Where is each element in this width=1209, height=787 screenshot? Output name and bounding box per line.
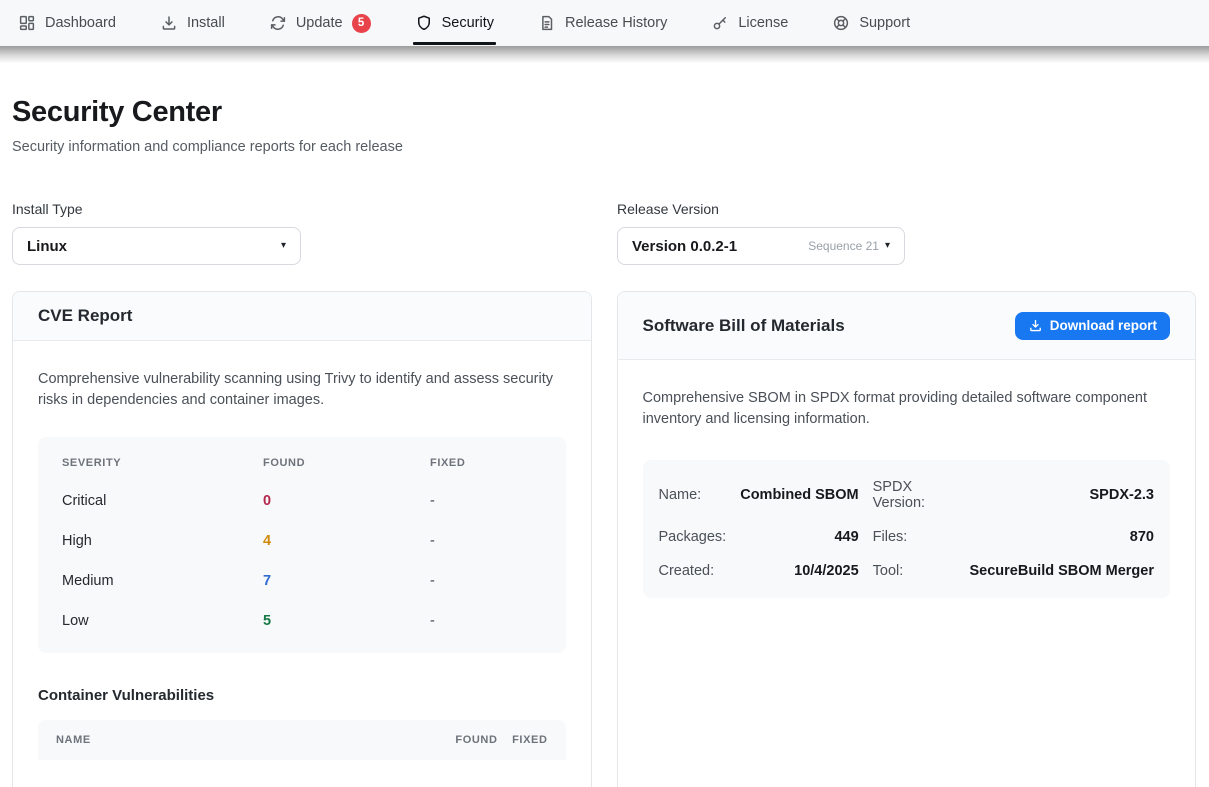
release-version-select[interactable]: Version 0.0.2-1 Sequence 21 ▾ [617,227,905,265]
fixed-col-header: FIXED [498,734,548,746]
cve-report-header: CVE Report [13,292,591,341]
cve-report-body: Comprehensive vulnerability scanning usi… [13,341,591,787]
download-icon [160,14,178,32]
table-row: Critical 0 - [62,481,542,521]
lifebuoy-icon [832,14,850,32]
cve-report-card: CVE Report Comprehensive vulnerability s… [12,291,592,787]
table-row: High 4 - [62,521,542,561]
nav-shadow-divider [0,46,1209,63]
nav-item-label: Security [442,15,494,31]
chevron-down-icon: ▾ [885,241,890,251]
severity-found-count: 7 [263,573,430,589]
sbom-detail-label: Files: [873,520,956,554]
nav-item-label: License [738,15,788,31]
sbom-card: Software Bill of Materials Download repo… [617,291,1197,787]
severity-fixed-count: - [430,493,542,509]
nav-item-install[interactable]: Install [160,0,225,46]
severity-fixed-count: - [430,533,542,549]
fixed-col-header: FIXED [430,457,542,469]
cards-row: CVE Report Comprehensive vulnerability s… [12,291,1196,787]
nav-item-label: Support [859,15,910,31]
severity-name: Medium [62,573,263,589]
refresh-icon [269,14,287,32]
document-icon [538,14,556,32]
key-icon [711,14,729,32]
container-vulnerabilities-title: Container Vulnerabilities [38,687,566,704]
nav-item-update[interactable]: Update 5 [269,0,371,46]
sbom-header: Software Bill of Materials Download repo… [618,292,1196,360]
dashboard-icon [18,14,36,32]
release-version-filter: Release Version Version 0.0.2-1 Sequence… [617,201,905,265]
install-type-label: Install Type [12,201,301,217]
top-nav: Dashboard Install Update 5 Security Rele… [0,0,1209,46]
sbom-title: Software Bill of Materials [643,316,845,336]
filters-row: Install Type Linux ▾ Release Version Ver… [12,201,1196,265]
severity-fixed-count: - [430,573,542,589]
sbom-detail-value: 449 [740,520,858,554]
sbom-detail-label: Created: [659,554,727,588]
sbom-detail-value: 870 [969,520,1154,554]
release-version-value: Version 0.0.2-1 [632,238,737,255]
found-col-header: FOUND [263,457,430,469]
severity-found-count: 4 [263,533,430,549]
severity-col-header: SEVERITY [62,457,263,469]
nav-item-dashboard[interactable]: Dashboard [18,0,116,46]
nav-item-label: Release History [565,15,667,31]
container-vulnerabilities-table-header: NAME FOUND FIXED [38,720,566,760]
cve-report-description: Comprehensive vulnerability scanning usi… [38,369,566,411]
sbom-detail-value: SecureBuild SBOM Merger [969,554,1154,588]
nav-item-support[interactable]: Support [832,0,910,46]
nav-item-release-history[interactable]: Release History [538,0,667,46]
page-subtitle: Security information and compliance repo… [12,139,1196,155]
severity-name: High [62,533,263,549]
sbom-description: Comprehensive SBOM in SPDX format provid… [643,388,1171,430]
sbom-detail-value: SPDX-2.3 [969,470,1154,520]
install-type-filter: Install Type Linux ▾ [12,201,301,265]
severity-fixed-count: - [430,613,542,629]
nav-item-label: Install [187,15,225,31]
severity-found-count: 0 [263,493,430,509]
sbom-body: Comprehensive SBOM in SPDX format provid… [618,360,1196,626]
chevron-down-icon: ▾ [281,241,286,251]
install-type-value: Linux [27,238,67,255]
download-report-label: Download report [1050,318,1157,333]
nav-item-label: Dashboard [45,15,116,31]
severity-name: Low [62,613,263,629]
name-col-header: NAME [56,734,434,746]
nav-item-label: Update [296,15,343,31]
severity-name: Critical [62,493,263,509]
download-icon [1028,318,1043,333]
severity-table: SEVERITY FOUND FIXED Critical 0 - High 4… [38,437,566,653]
shield-icon [415,14,433,32]
severity-table-header: SEVERITY FOUND FIXED [62,445,542,481]
release-version-label: Release Version [617,201,905,217]
sbom-detail-label: Tool: [873,554,956,588]
update-count-badge: 5 [352,14,371,33]
sbom-detail-label: Name: [659,470,727,520]
nav-item-license[interactable]: License [711,0,788,46]
nav-item-security[interactable]: Security [415,0,494,46]
table-row: Low 5 - [62,601,542,641]
table-row: Medium 7 - [62,561,542,601]
download-report-button[interactable]: Download report [1015,312,1170,340]
cve-report-title: CVE Report [38,306,132,326]
install-type-select[interactable]: Linux ▾ [12,227,301,265]
found-col-header: FOUND [434,734,498,746]
main-content: Security Center Security information and… [0,96,1209,787]
sbom-detail-value: 10/4/2025 [740,554,858,588]
sbom-detail-label: SPDX Version: [873,470,956,520]
sbom-detail-label: Packages: [659,520,727,554]
release-sequence-label: Sequence 21 [808,239,879,253]
sbom-details-grid: Name: Combined SBOM SPDX Version: SPDX-2… [643,460,1171,598]
severity-found-count: 5 [263,613,430,629]
page-title: Security Center [12,96,1196,129]
sbom-detail-value: Combined SBOM [740,470,858,520]
